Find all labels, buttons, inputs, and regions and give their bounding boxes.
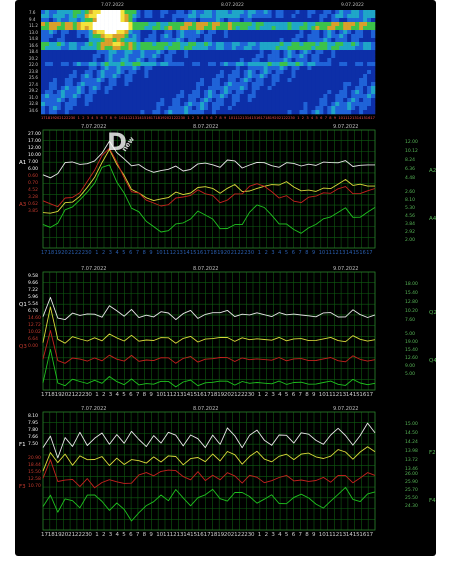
right-scale-bottom-tick: 25.70 <box>405 488 418 493</box>
right-scale-top-tick: 13.98 <box>405 449 418 454</box>
watermark-logo: D new <box>107 128 139 156</box>
hour-tick-label: 5 <box>122 532 126 538</box>
hour-tick-label: 3 <box>271 532 275 538</box>
left-scale-bottom-tick: 12.58 <box>28 477 41 482</box>
series-line-white <box>42 422 376 459</box>
hour-tick-label: 2 <box>264 532 269 538</box>
left-scale-bottom-tick: 10.70 <box>28 484 41 489</box>
chart-frame: 7.6 9.4 11.2 13.0 14.8 16.6 18.4 20.2 22.0 23.8 25… <box>15 0 436 556</box>
left-scale-top-tick: 7.80 <box>28 428 39 433</box>
hour-tick-label: 9 <box>149 532 153 538</box>
left-scale-top-tick: 7.50 <box>28 442 39 447</box>
axis-label-right-top: F2 <box>429 450 436 456</box>
left-scale-bottom-tick: 20.90 <box>28 456 41 461</box>
series-line-green <box>42 486 376 522</box>
right-scale-top-tick: 14.24 <box>405 440 418 445</box>
hour-tick-label: 0 <box>251 532 255 538</box>
hour-tick-label: 8 <box>305 532 309 538</box>
hour-tick-label: 1 <box>257 532 262 538</box>
hour-tick-label: 4 <box>278 532 282 538</box>
hour-tick-label: 7 <box>298 532 303 538</box>
hour-tick-label: 2 <box>102 532 106 538</box>
left-scale-top-tick: 7.95 <box>28 421 39 426</box>
hour-tick-label: 4 <box>115 532 120 538</box>
right-scale-top-tick: 14.50 <box>405 431 418 436</box>
left-scale-bottom-tick: 15.50 <box>28 470 41 475</box>
panel-plot-area <box>42 411 376 531</box>
series-line-yellow <box>42 446 376 472</box>
hour-tick-label: 7 <box>135 532 140 538</box>
left-scale-top-tick: 8.10 <box>28 414 39 419</box>
hour-tick-label: 3 <box>108 532 113 538</box>
left-scale-bottom-tick: 18.44 <box>28 463 41 468</box>
axis-label-right-bottom: F4 <box>429 498 436 504</box>
plot-border <box>42 411 376 531</box>
hour-tick-label: 6 <box>291 532 296 538</box>
right-scale-top-tick: 13.72 <box>405 458 418 463</box>
axis-label-left-bottom: F3 <box>19 484 26 490</box>
hour-tick-label: 9 <box>312 532 316 538</box>
hour-tick-label: 8 <box>142 532 147 538</box>
right-scale-bottom-tick: 25.50 <box>405 496 418 501</box>
right-scale-bottom-tick: 24.30 <box>405 504 418 509</box>
hour-tick-label: 0 <box>88 532 92 538</box>
hour-tick-label: 1 <box>95 532 99 538</box>
left-scale-top-tick: 7.66 <box>28 435 39 440</box>
right-scale-bottom-tick: 26.00 <box>405 472 418 477</box>
hour-tick-label: 17 <box>366 532 374 538</box>
line-panel-f: 7.07.2022 8.07.2022 9.07.2022 17 18 19 20 21 22 2… <box>15 0 436 556</box>
axis-label-left-top: F1 <box>19 442 26 448</box>
right-scale-top-tick: 15.00 <box>405 422 418 427</box>
right-scale-bottom-tick: 25.90 <box>405 480 418 485</box>
hour-tick-label: 5 <box>284 532 289 538</box>
hour-tick-label: 6 <box>129 532 133 538</box>
series-line-red <box>42 459 376 489</box>
